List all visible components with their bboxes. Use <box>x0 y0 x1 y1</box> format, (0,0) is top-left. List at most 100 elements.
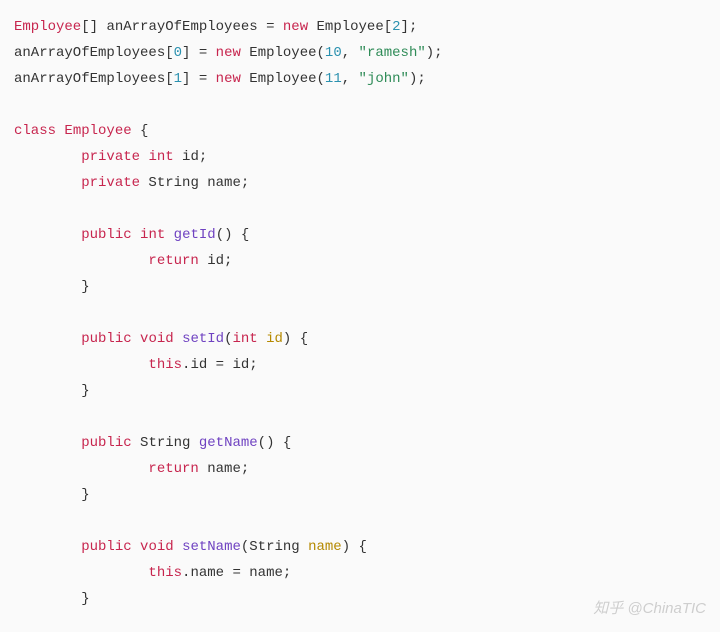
code-token: () { <box>216 227 250 243</box>
code-token: public <box>81 539 131 555</box>
code-token: ] <box>182 71 199 87</box>
code-token <box>14 591 81 607</box>
code-token: public <box>81 435 131 451</box>
code-token: ) { <box>283 331 308 347</box>
code-token: int <box>148 149 173 165</box>
code-token: Employee <box>241 45 317 61</box>
code-token: id <box>266 331 283 347</box>
code-token: String name; <box>140 175 249 191</box>
code-token: ( <box>317 45 325 61</box>
code-token <box>14 331 81 347</box>
code-token: } <box>81 487 89 503</box>
code-token <box>174 331 182 347</box>
code-token: ] <box>182 45 199 61</box>
code-token <box>14 565 148 581</box>
code-token: new <box>216 45 241 61</box>
code-token: } <box>81 591 89 607</box>
code-token: Employee <box>64 123 131 139</box>
code-token: String <box>132 435 199 451</box>
code-token: int <box>232 331 257 347</box>
code-token: id; <box>199 253 233 269</box>
code-line: } <box>14 487 90 503</box>
code-line: public String getName() { <box>14 435 291 451</box>
code-block: Employee[] anArrayOfEmployees = new Empl… <box>14 14 706 612</box>
code-token: int <box>140 227 165 243</box>
code-token: getName <box>199 435 258 451</box>
code-line: } <box>14 591 90 607</box>
code-token <box>14 487 81 503</box>
code-token: anArrayOfEmployees <box>14 45 165 61</box>
code-token <box>132 331 140 347</box>
code-line: anArrayOfEmployees[1] = new Employee(11,… <box>14 71 426 87</box>
code-line: } <box>14 383 90 399</box>
code-token: class <box>14 123 56 139</box>
code-token: Employee <box>308 19 384 35</box>
code-token: 10 <box>325 45 342 61</box>
code-token: "john" <box>359 71 409 87</box>
code-token <box>14 383 81 399</box>
code-token: ); <box>409 71 426 87</box>
code-token: } <box>81 279 89 295</box>
code-token: return <box>148 253 198 269</box>
code-token: [ <box>165 71 173 87</box>
code-token: name; <box>199 461 249 477</box>
code-line: this.name = name; <box>14 565 291 581</box>
code-token: ]; <box>401 19 418 35</box>
code-token: [ <box>384 19 392 35</box>
code-token <box>14 357 148 373</box>
code-token <box>132 227 140 243</box>
code-token <box>165 227 173 243</box>
code-token: void <box>140 539 174 555</box>
code-token: ) { <box>342 539 367 555</box>
code-token: public <box>81 227 131 243</box>
code-token: id; <box>174 149 208 165</box>
code-token: public <box>81 331 131 347</box>
code-token: name <box>190 565 232 581</box>
code-token: = <box>199 71 216 87</box>
code-token: anArrayOfEmployees <box>14 71 165 87</box>
code-token <box>14 461 148 477</box>
code-token: 1 <box>174 71 182 87</box>
code-token <box>14 149 81 165</box>
code-token: 0 <box>174 45 182 61</box>
code-token <box>174 539 182 555</box>
code-token: , <box>342 71 359 87</box>
code-token: name <box>308 539 342 555</box>
code-line: private int id; <box>14 149 207 165</box>
code-token: id <box>190 357 215 373</box>
code-token: (String <box>241 539 308 555</box>
code-line: public void setName(String name) { <box>14 539 367 555</box>
code-line: this.id = id; <box>14 357 258 373</box>
code-token: name; <box>249 565 291 581</box>
code-line: return name; <box>14 461 249 477</box>
code-token: , <box>342 45 359 61</box>
code-token: void <box>140 331 174 347</box>
code-token: = <box>266 19 283 35</box>
code-token: this <box>148 357 182 373</box>
code-token: ); <box>426 45 443 61</box>
code-token: private <box>81 175 140 191</box>
code-token: setId <box>182 331 224 347</box>
code-line: return id; <box>14 253 232 269</box>
code-token: = <box>199 45 216 61</box>
code-token <box>14 175 81 191</box>
code-token: new <box>283 19 308 35</box>
code-token <box>14 253 148 269</box>
code-line: class Employee { <box>14 123 148 139</box>
code-line: public int getId() { <box>14 227 249 243</box>
code-token: this <box>148 565 182 581</box>
code-token: [] <box>81 19 106 35</box>
code-line: anArrayOfEmployees[0] = new Employee(10,… <box>14 45 443 61</box>
code-token: 11 <box>325 71 342 87</box>
code-token: = <box>232 565 249 581</box>
code-line: private String name; <box>14 175 249 191</box>
code-token: new <box>216 71 241 87</box>
code-token: anArrayOfEmployees <box>106 19 266 35</box>
code-token: ( <box>317 71 325 87</box>
code-token: } <box>81 383 89 399</box>
code-token: getId <box>174 227 216 243</box>
code-token <box>132 539 140 555</box>
code-line: Employee[] anArrayOfEmployees = new Empl… <box>14 19 417 35</box>
code-token: () { <box>258 435 292 451</box>
code-token <box>14 227 81 243</box>
